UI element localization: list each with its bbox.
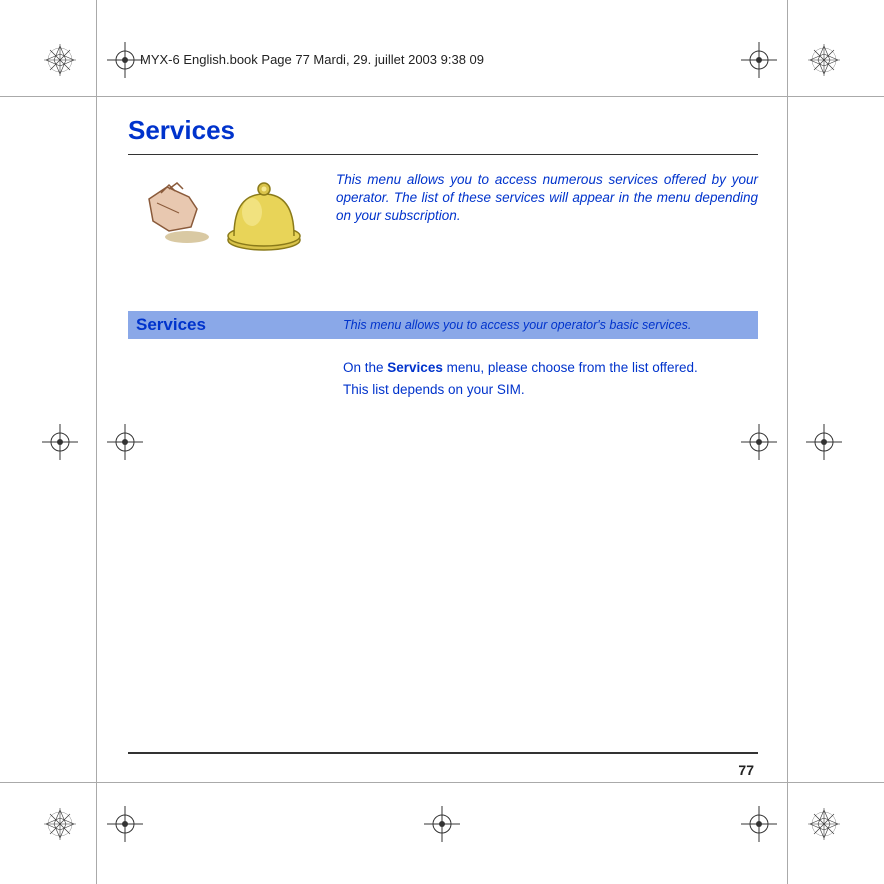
crosshair-icon bbox=[739, 40, 779, 80]
section-title: Services bbox=[128, 315, 343, 335]
intro-row: This menu allows you to access numerous … bbox=[128, 171, 758, 261]
crosshair-icon bbox=[105, 422, 145, 462]
registration-mark-icon bbox=[40, 40, 80, 80]
body-text: On the Services menu, please choose from… bbox=[343, 357, 758, 400]
crop-line bbox=[96, 0, 97, 884]
crosshair-icon bbox=[105, 40, 145, 80]
registration-mark-icon bbox=[40, 804, 80, 844]
page-number: 77 bbox=[738, 762, 754, 778]
page-content: Services bbox=[128, 115, 758, 400]
registration-mark-icon bbox=[804, 40, 844, 80]
crosshair-icon bbox=[40, 422, 80, 462]
footer-divider bbox=[128, 752, 758, 754]
crop-line bbox=[0, 96, 884, 97]
intro-icons bbox=[128, 171, 318, 261]
crosshair-icon bbox=[422, 804, 462, 844]
body-text-bold: Services bbox=[387, 360, 443, 375]
intro-text: This menu allows you to access numerous … bbox=[336, 171, 758, 261]
crosshair-icon bbox=[739, 422, 779, 462]
body-line-2: This list depends on your SIM. bbox=[343, 379, 758, 401]
section-description: This menu allows you to access your oper… bbox=[343, 318, 691, 332]
section-bar: Services This menu allows you to access … bbox=[128, 311, 758, 339]
hand-icon bbox=[139, 179, 214, 254]
page-header: MYX-6 English.book Page 77 Mardi, 29. ju… bbox=[140, 52, 484, 67]
crosshair-icon bbox=[804, 422, 844, 462]
crosshair-icon bbox=[739, 804, 779, 844]
crosshair-icon bbox=[105, 804, 145, 844]
registration-mark-icon bbox=[804, 804, 844, 844]
bell-icon bbox=[222, 174, 307, 259]
page-title: Services bbox=[128, 115, 758, 146]
body-text-pre: On the bbox=[343, 360, 387, 375]
divider bbox=[128, 154, 758, 155]
body-text-post: menu, please choose from the list offere… bbox=[443, 360, 698, 375]
crop-line bbox=[0, 782, 884, 783]
crop-line bbox=[787, 0, 788, 884]
body-line-1: On the Services menu, please choose from… bbox=[343, 357, 758, 379]
